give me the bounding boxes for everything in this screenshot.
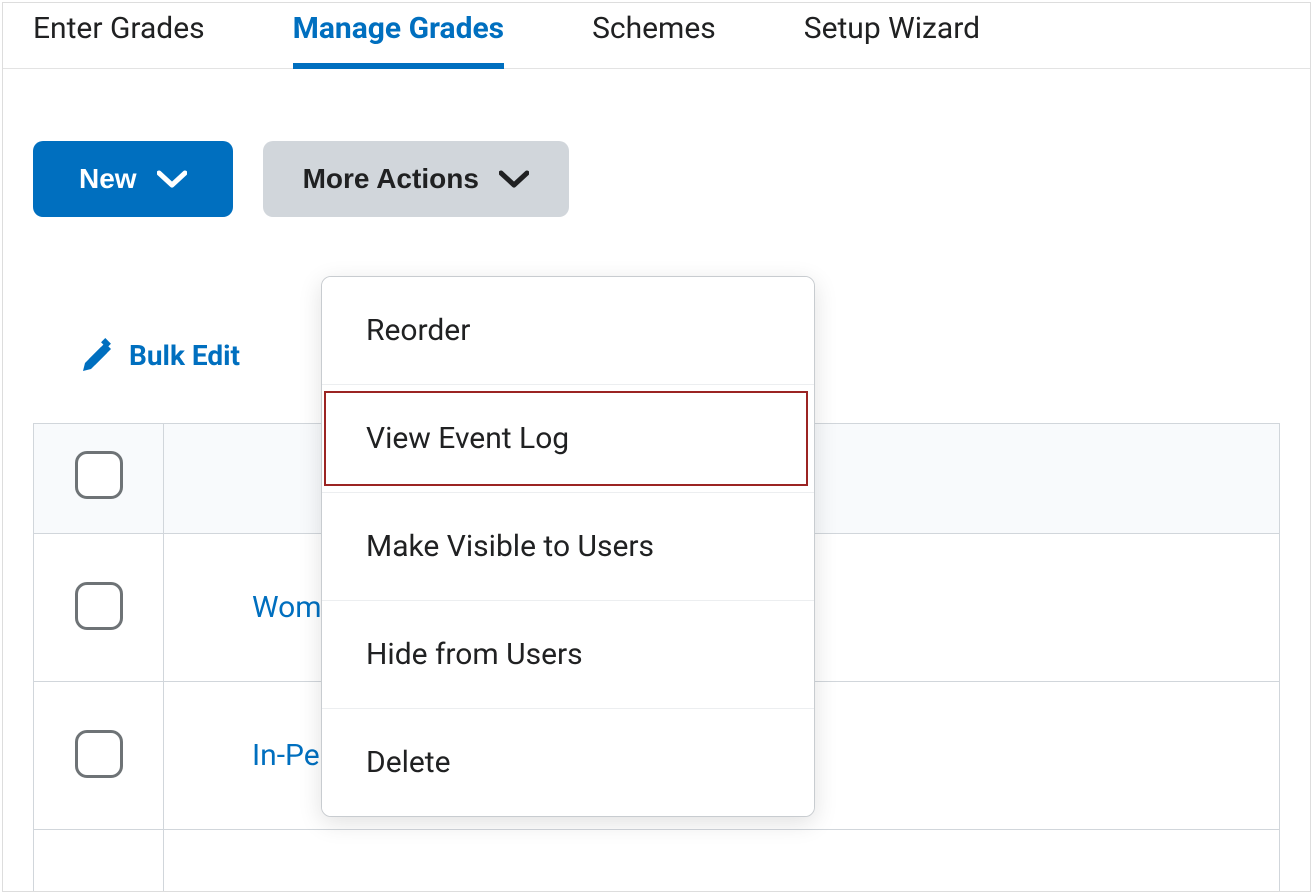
new-button[interactable]: New	[33, 141, 233, 217]
tab-enter-grades[interactable]: Enter Grades	[33, 11, 205, 68]
row-checkbox-cell	[34, 534, 164, 682]
tab-bar: Enter Grades Manage Grades Schemes Setup…	[3, 3, 1310, 69]
new-button-label: New	[79, 163, 137, 195]
row-checkbox[interactable]	[75, 730, 123, 778]
tab-schemes[interactable]: Schemes	[592, 11, 716, 68]
grade-item-link[interactable]: Wome	[164, 590, 338, 625]
pencil-icon	[79, 337, 115, 373]
grade-item-link[interactable]: In-Pers	[164, 738, 345, 773]
dropdown-item-hide-from-users[interactable]: Hide from Users	[322, 601, 814, 709]
bulk-edit-link[interactable]: Bulk Edit	[79, 337, 240, 373]
dropdown-item-delete[interactable]: Delete	[322, 709, 814, 816]
toolbar: New More Actions	[3, 69, 1310, 217]
more-actions-label: More Actions	[303, 163, 479, 195]
select-all-checkbox[interactable]	[75, 451, 123, 499]
more-actions-button[interactable]: More Actions	[263, 141, 569, 217]
app-container: Enter Grades Manage Grades Schemes Setup…	[2, 2, 1311, 892]
chevron-down-icon	[499, 170, 529, 188]
row-checkbox[interactable]	[75, 582, 123, 630]
dropdown-item-view-event-log[interactable]: View Event Log	[322, 385, 814, 493]
tab-setup-wizard[interactable]: Setup Wizard	[804, 11, 980, 68]
header-checkbox-cell	[34, 424, 164, 534]
chevron-down-icon	[157, 170, 187, 188]
tab-manage-grades[interactable]: Manage Grades	[293, 11, 505, 68]
row-checkbox-cell	[34, 830, 164, 893]
more-actions-dropdown: Reorder View Event Log Make Visible to U…	[321, 276, 815, 817]
bulk-edit-label: Bulk Edit	[129, 339, 240, 372]
table-row	[34, 830, 1280, 893]
dropdown-item-make-visible[interactable]: Make Visible to Users	[322, 493, 814, 601]
dropdown-item-reorder[interactable]: Reorder	[322, 277, 814, 385]
row-name-cell	[164, 830, 1280, 893]
row-checkbox-cell	[34, 682, 164, 830]
